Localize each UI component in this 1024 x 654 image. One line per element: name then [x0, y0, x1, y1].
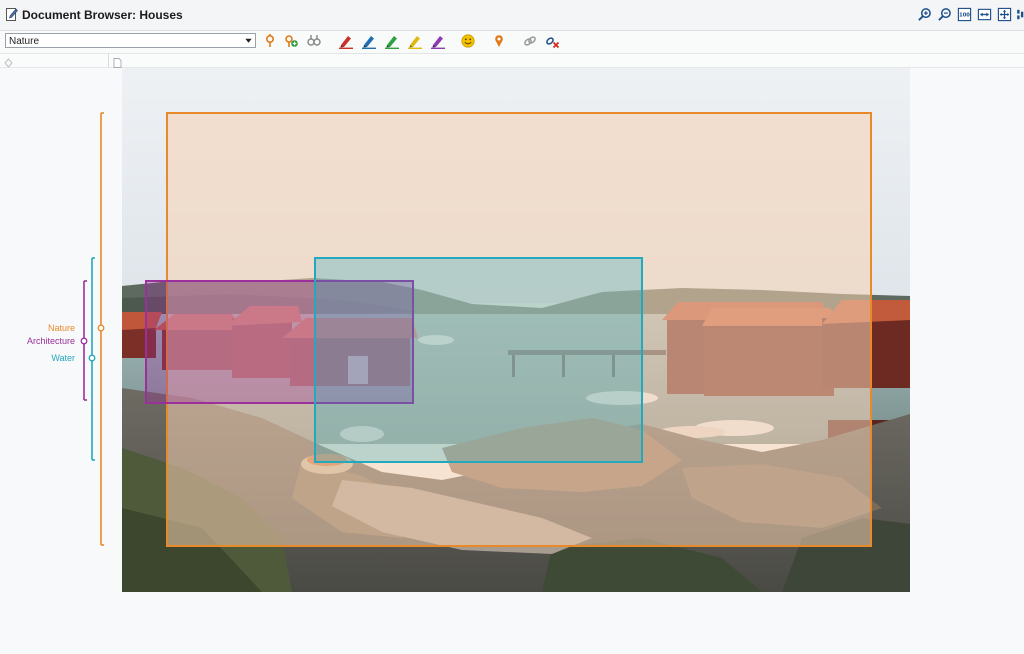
svg-text:100: 100: [959, 12, 970, 18]
water-bracket[interactable]: [88, 257, 96, 461]
code-pin-icon[interactable]: [262, 33, 278, 49]
emoji-icon[interactable]: [460, 33, 476, 49]
code-label-water[interactable]: Water: [0, 353, 75, 363]
water-region[interactable]: [314, 257, 643, 463]
ruler-divider[interactable]: [108, 54, 109, 67]
nature-bracket[interactable]: [97, 112, 105, 546]
ruler-bar: [0, 54, 1024, 68]
document-image[interactable]: [122, 68, 910, 592]
document-edit-icon: [6, 7, 18, 21]
chevron-down-icon[interactable]: [242, 34, 255, 47]
link-icon[interactable]: [522, 33, 538, 49]
highlighter-yellow-icon[interactable]: [407, 33, 423, 50]
memo-icon[interactable]: [306, 33, 322, 49]
code-label-nature[interactable]: Nature: [0, 323, 75, 333]
window-title: Document Browser: Houses: [22, 8, 183, 22]
remove-link-icon[interactable]: [544, 33, 560, 49]
highlighter-purple-icon[interactable]: [430, 33, 446, 50]
zoom-out-icon[interactable]: [936, 6, 953, 23]
code-select-value: Nature: [9, 36, 40, 47]
architecture-bracket[interactable]: [80, 280, 88, 401]
diamond-icon: [4, 55, 13, 68]
code-label-architecture[interactable]: Architecture: [0, 336, 75, 346]
highlighter-red-icon[interactable]: [338, 33, 354, 50]
title-bar: Document Browser: Houses 100: [0, 0, 1024, 31]
view-toolbar: 100: [916, 6, 1024, 24]
add-code-icon[interactable]: [283, 33, 299, 49]
right-margin: [910, 68, 1024, 654]
code-toolbar: Nature: [0, 31, 1024, 54]
code-margin: Nature Architecture Water: [0, 68, 122, 654]
location-pin-icon[interactable]: [491, 33, 507, 49]
actual-size-icon[interactable]: 100: [956, 6, 973, 23]
zoom-in-icon[interactable]: [916, 6, 933, 23]
highlighter-blue-icon[interactable]: [361, 33, 377, 50]
fit-width-icon[interactable]: [976, 6, 993, 23]
highlighter-green-icon[interactable]: [384, 33, 400, 50]
bottom-margin: [122, 592, 910, 654]
more-icon[interactable]: [1016, 6, 1024, 23]
page-icon: [113, 55, 122, 68]
fit-page-icon[interactable]: [996, 6, 1013, 23]
code-select[interactable]: Nature: [5, 33, 256, 48]
